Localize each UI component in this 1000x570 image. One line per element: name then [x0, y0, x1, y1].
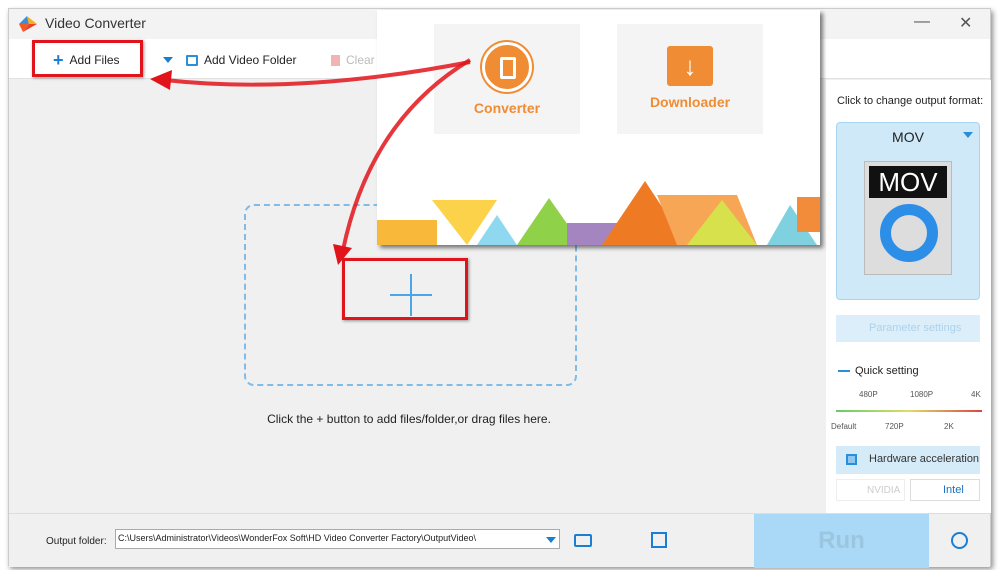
tick-default: Default [831, 422, 857, 431]
clear-label: Clear [346, 53, 375, 67]
format-selector[interactable]: MOV MOV [836, 122, 980, 300]
add-video-folder-button[interactable]: Add Video Folder [186, 53, 297, 67]
run-label: Run [818, 527, 865, 554]
window-title: Video Converter [45, 15, 146, 31]
output-panel: Click to change output format: MOV MOV P… [826, 80, 991, 513]
converter-icon [482, 42, 532, 92]
clear-button[interactable]: Clear [331, 53, 375, 67]
slider-icon [838, 370, 850, 372]
app-logo-icon [19, 16, 37, 32]
chip-icon [846, 454, 857, 465]
tick-480p: 480P [859, 390, 878, 399]
format-name: MOV [892, 129, 924, 145]
annotation-box-add-files [32, 40, 143, 77]
trash-icon [331, 54, 340, 66]
parameter-settings-button[interactable]: Parameter settings [836, 315, 980, 342]
output-folder-label: Output folder: [46, 536, 107, 547]
close-button[interactable]: ✕ [959, 13, 972, 33]
intel-label: Intel [943, 484, 964, 496]
mode-selection-popup: Converter ↓ Downloader [377, 10, 820, 245]
downloader-icon: ↓ [667, 46, 713, 86]
run-button[interactable]: Run [754, 514, 929, 568]
output-folder-input[interactable]: C:\Users\Administrator\Videos\WonderFox … [115, 529, 560, 549]
video-folder-icon[interactable] [651, 532, 667, 548]
downloader-tile[interactable]: ↓ Downloader [617, 24, 763, 134]
tick-1080p: 1080P [910, 390, 934, 399]
annotation-box-plus [342, 258, 468, 320]
tick-720p: 720P [885, 422, 904, 431]
bottom-bar: Output folder: C:\Users\Administrator\Vi… [9, 513, 990, 568]
downloader-label: Downloader [649, 94, 731, 110]
chevron-down-icon [963, 132, 973, 138]
format-label: Click to change output format: [837, 95, 984, 107]
decorative-triangles [377, 181, 820, 245]
nvidia-button[interactable]: NVIDIA [836, 479, 905, 501]
mov-format-icon: MOV [864, 161, 952, 275]
tick-4k: 4K [971, 390, 981, 399]
quick-setting-label: Quick setting [838, 365, 919, 377]
converter-tile[interactable]: Converter [434, 24, 580, 134]
output-folder-value: C:\Users\Administrator\Videos\WonderFox … [118, 533, 476, 543]
hardware-acceleration-label: Hardware acceleration [869, 453, 980, 465]
converter-label: Converter [473, 100, 541, 116]
tick-2k: 2K [944, 422, 954, 431]
open-folder-icon[interactable] [574, 534, 592, 547]
nvidia-label: NVIDIA [867, 485, 901, 496]
dropdown-arrow-icon[interactable] [163, 57, 173, 63]
quality-slider[interactable] [836, 410, 982, 412]
hardware-acceleration-button[interactable]: Hardware acceleration [836, 446, 980, 474]
drop-hint: Click the + button to add files/folder,o… [267, 412, 551, 426]
minimize-button[interactable]: — [914, 13, 930, 31]
alarm-clock-icon[interactable] [951, 532, 968, 549]
intel-button[interactable]: Intel [910, 479, 980, 501]
output-folder-dropdown-icon[interactable] [546, 537, 556, 543]
mov-icon-text: MOV [869, 166, 947, 198]
quick-setting-text: Quick setting [855, 365, 919, 377]
add-video-folder-label: Add Video Folder [204, 53, 297, 67]
folder-icon [186, 54, 198, 66]
parameter-settings-label: Parameter settings [869, 322, 962, 334]
